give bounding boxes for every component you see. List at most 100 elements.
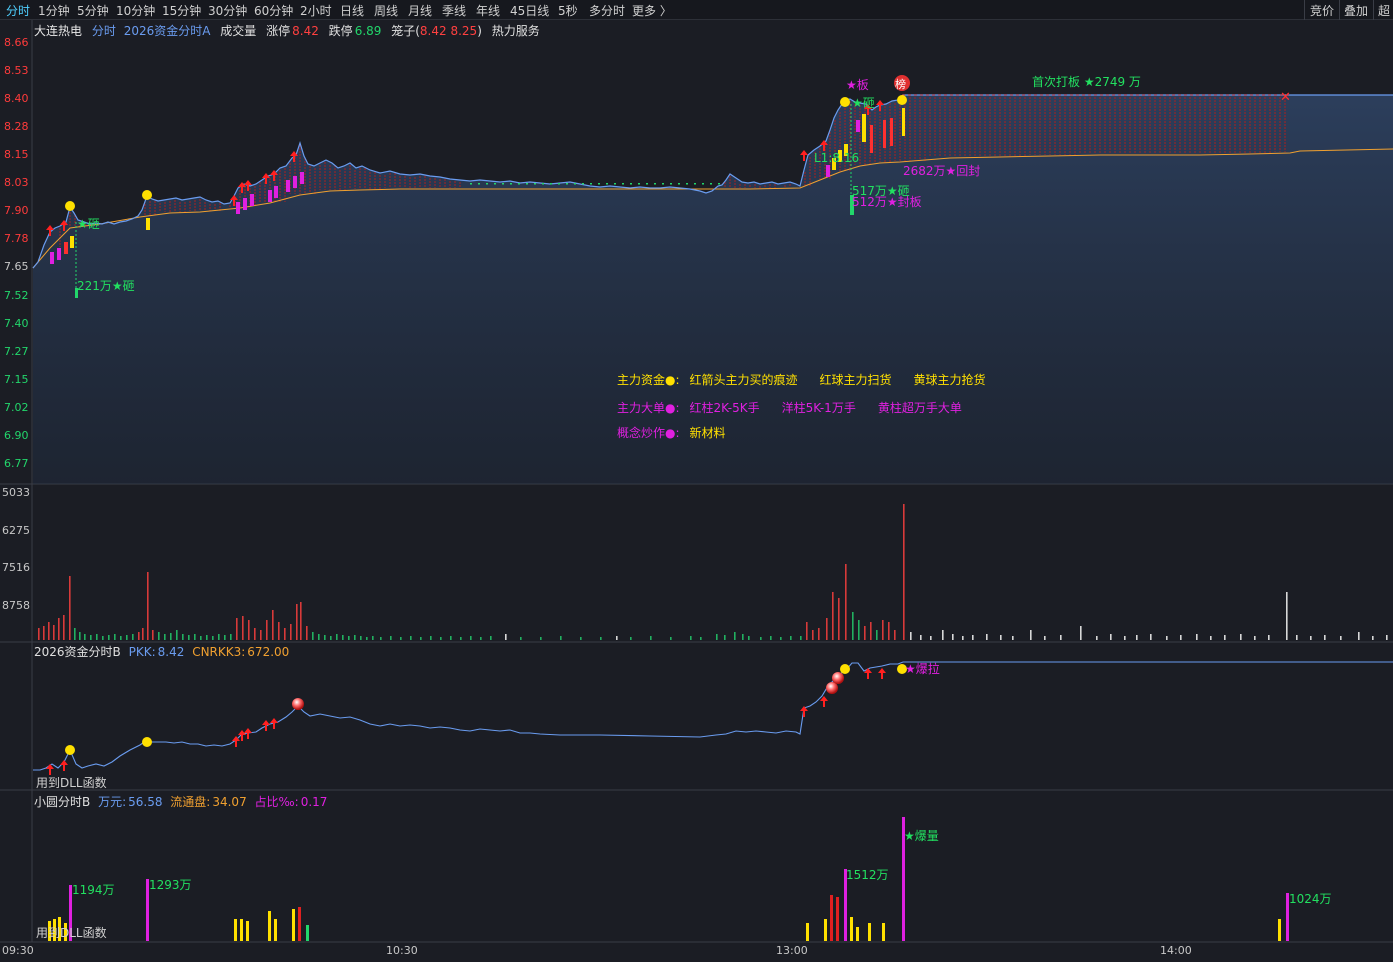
volume-bar <box>290 624 292 640</box>
volume-tick-label: 5033 <box>2 486 30 499</box>
volume-bar <box>284 628 286 640</box>
price-tick-label: 7.27 <box>4 345 29 358</box>
volume-bar <box>260 630 262 640</box>
legend-capital: 主力资金●: 红箭头主力买的痕迹 红球主力扫货 黄球主力抢货 <box>617 371 1008 388</box>
green-trail-dot <box>478 183 480 185</box>
volume-bar <box>38 628 40 640</box>
panel2-title[interactable]: 2026资金分时B <box>34 645 121 659</box>
panel3-bar <box>824 919 827 941</box>
volume-bar <box>84 634 86 640</box>
red-arrow-icon <box>864 668 872 679</box>
volume-bar <box>826 618 828 640</box>
bang-badge-text: 榜 <box>895 77 906 91</box>
volume-bar <box>74 628 76 640</box>
panel2-header: 2026资金分时B PKK: 8.42 CNRKK3: 672.00 <box>34 643 293 660</box>
time-label-1300: 13:00 <box>776 944 808 957</box>
capital-flow-bar <box>826 165 830 177</box>
volume-bar <box>460 637 462 640</box>
time-label-0930: 09:30 <box>2 944 34 957</box>
pkk-label: PKK: <box>128 645 156 659</box>
volume-bar <box>876 630 878 640</box>
volume-bar <box>1060 635 1062 640</box>
green-trail-dot <box>566 183 568 185</box>
volume-bar <box>147 572 149 640</box>
volume-bar <box>1030 630 1032 640</box>
volume-bar <box>1358 632 1360 640</box>
price-tick-label: 7.90 <box>4 204 29 217</box>
cnrkk-value: 672.00 <box>247 645 290 659</box>
capital-flow-bar <box>250 194 254 206</box>
panel3-label-1024: 1024万 <box>1289 892 1332 906</box>
volume-bar <box>206 635 208 640</box>
price-tick-label: 8.15 <box>4 148 29 161</box>
volume-bar <box>138 632 140 640</box>
capital-flow-bar <box>890 118 893 146</box>
price-tick-label: 7.02 <box>4 401 29 414</box>
yellow-ball-icon <box>897 95 907 105</box>
volume-bar <box>505 634 507 640</box>
float-value: 34.07 <box>212 795 247 809</box>
yellow-ball-icon <box>142 190 152 200</box>
close-icon[interactable]: ✕ <box>1280 90 1291 105</box>
volume-bar <box>1240 634 1242 640</box>
green-trail-dot <box>638 183 640 185</box>
volume-bar <box>1080 626 1082 640</box>
yellow-ball-icon <box>142 737 152 747</box>
price-axis: 8.66 8.53 8.40 8.28 8.15 8.03 7.90 7.78 7.65 7.52… <box>4 36 29 470</box>
volume-bar <box>1110 634 1112 640</box>
volume-bar <box>1096 636 1098 640</box>
yellow-ball-icon <box>65 745 75 755</box>
panel3-bar <box>882 923 885 941</box>
volume-bar <box>336 634 338 640</box>
volume-bar <box>1210 636 1212 640</box>
volume-bar <box>870 622 872 640</box>
first-board-label: 首次打板 ★2749 万 <box>1032 75 1141 89</box>
price-tick-label: 7.15 <box>4 373 29 386</box>
volume-bar <box>108 635 110 640</box>
volume-bar <box>420 637 422 640</box>
red-ball-icon <box>832 672 844 684</box>
panel3-bar <box>806 923 809 941</box>
volume-bar <box>354 635 356 640</box>
green-trail-dot <box>686 183 688 185</box>
chart-canvas: ★砸 221万★砸 ★板 ★砸 L1:8.16 517万★砸 512万★封板 2… <box>0 20 1393 957</box>
volume-bar <box>845 564 847 640</box>
panel3-bar <box>1278 919 1281 941</box>
smash-volume-label: 221万★砸 <box>77 279 135 293</box>
volume-bar <box>126 635 128 640</box>
volume-bar <box>490 636 492 640</box>
volume-bar <box>1324 635 1326 640</box>
volume-bar <box>724 635 726 640</box>
green-trail-dot <box>670 183 672 185</box>
volume-bar <box>920 635 922 640</box>
volume-bar <box>324 635 326 640</box>
volume-bar <box>306 626 308 640</box>
panel3-bar <box>868 923 871 941</box>
green-trail-dot <box>710 183 712 185</box>
smash-label-2: ★砸 <box>852 96 875 110</box>
capital-flow-bar <box>64 242 68 254</box>
volume-bar <box>236 618 238 640</box>
yellow-ball-icon <box>65 201 75 211</box>
panel3-label-explode: ★爆量 <box>904 829 939 843</box>
volume-bar <box>812 630 814 640</box>
green-trail-dot <box>470 183 472 185</box>
green-trail-dot <box>558 183 560 185</box>
volume-bar <box>670 637 672 640</box>
volume-bar <box>1166 636 1168 640</box>
panel2-arrows <box>46 668 886 775</box>
red-ball-icon <box>826 682 838 694</box>
green-trail-dot <box>614 183 616 185</box>
volume-bar <box>266 620 268 640</box>
volume-bar <box>366 637 368 640</box>
volume-bar <box>53 625 55 640</box>
volume-bar <box>390 636 392 640</box>
legend-yellow-column: 黄柱超万手大单 <box>877 401 962 415</box>
green-trail-dot <box>534 183 536 185</box>
time-label-1400: 14:00 <box>1160 944 1192 957</box>
green-trail-dot <box>646 183 648 185</box>
capital-flow-bar <box>50 252 54 264</box>
volume-bar <box>1224 635 1226 640</box>
time-axis: 09:30 10:30 13:00 14:00 <box>2 944 1192 957</box>
panel3-title[interactable]: 小圆分时B <box>34 795 90 809</box>
